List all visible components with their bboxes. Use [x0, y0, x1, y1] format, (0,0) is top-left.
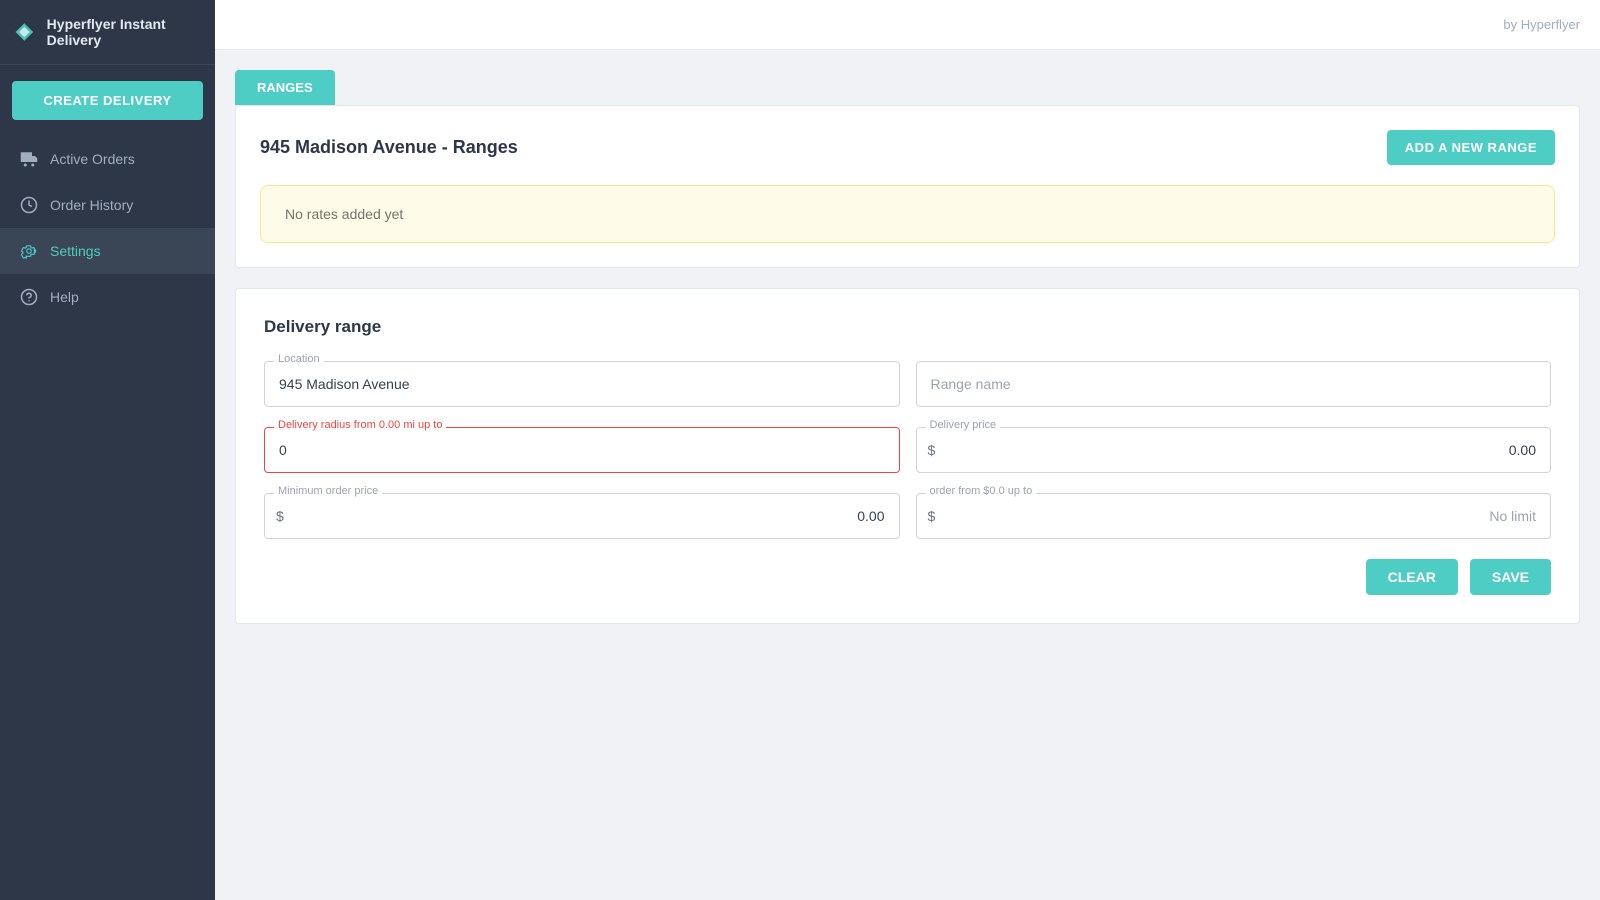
sidebar-item-settings[interactable]: Settings: [0, 228, 215, 274]
range-name-input[interactable]: [916, 361, 1552, 407]
min-order-field: Minimum order price $: [264, 493, 900, 539]
clock-icon: [20, 196, 38, 214]
radius-field: Delivery radius from 0.00 mi up to: [264, 427, 900, 473]
radius-input[interactable]: [264, 427, 900, 473]
radius-label: Delivery radius from 0.00 mi up to: [274, 419, 446, 431]
app-title: Hyperflyer Instant Delivery: [47, 16, 203, 48]
create-delivery-button[interactable]: CREATE DELIVERY: [12, 81, 203, 120]
delivery-price-prefix: $: [928, 442, 936, 458]
brand-label: by Hyperflyer: [1503, 17, 1580, 32]
sidebar: Hyperflyer Instant Delivery CREATE DELIV…: [0, 0, 215, 900]
no-rates-notice: No rates added yet: [260, 185, 1555, 243]
sidebar-nav: Active Orders Order History Settings Hel…: [0, 136, 215, 320]
min-order-label: Minimum order price: [274, 485, 382, 497]
sidebar-item-help[interactable]: Help: [0, 274, 215, 320]
truck-icon: [20, 150, 38, 168]
form-row-min-order: Minimum order price $ order from $0.0 up…: [264, 493, 1551, 539]
delivery-price-field: Delivery price $: [916, 427, 1552, 473]
range-name-field: [916, 361, 1552, 407]
sidebar-item-active-orders[interactable]: Active Orders: [0, 136, 215, 182]
tab-strip: RANGES: [235, 70, 1580, 105]
min-order-prefix: $: [276, 508, 284, 524]
delivery-range-card: Delivery range Location Delivery radius …: [235, 288, 1580, 624]
order-up-to-label: order from $0.0 up to: [926, 485, 1037, 497]
clear-button[interactable]: CLEAR: [1366, 559, 1458, 595]
logo-icon: [12, 18, 37, 46]
no-rates-text: No rates added yet: [285, 206, 403, 222]
save-button[interactable]: SAVE: [1470, 559, 1551, 595]
form-row-location: Location: [264, 361, 1551, 407]
ranges-tab[interactable]: RANGES: [235, 70, 335, 105]
ranges-card: 945 Madison Avenue - Ranges ADD A NEW RA…: [235, 105, 1580, 268]
sidebar-item-settings-label: Settings: [50, 243, 101, 259]
sidebar-header: Hyperflyer Instant Delivery: [0, 0, 215, 65]
ranges-card-header: 945 Madison Avenue - Ranges ADD A NEW RA…: [260, 130, 1555, 165]
order-up-to-prefix: $: [928, 508, 936, 524]
sidebar-item-active-orders-label: Active Orders: [50, 151, 135, 167]
form-row-radius: Delivery radius from 0.00 mi up to Deliv…: [264, 427, 1551, 473]
location-input[interactable]: [264, 361, 900, 407]
min-order-input[interactable]: [264, 493, 900, 539]
question-icon: [20, 288, 38, 306]
location-label: Location: [274, 353, 324, 365]
order-up-to-input[interactable]: [916, 493, 1552, 539]
gear-icon: [20, 242, 38, 260]
delivery-range-title: Delivery range: [264, 317, 1551, 337]
order-up-to-field: order from $0.0 up to $: [916, 493, 1552, 539]
main-content: RANGES 945 Madison Avenue - Ranges ADD A…: [215, 50, 1600, 900]
sidebar-item-help-label: Help: [50, 289, 79, 305]
delivery-price-label: Delivery price: [926, 419, 1001, 431]
topbar: by Hyperflyer: [215, 0, 1600, 50]
sidebar-item-order-history-label: Order History: [50, 197, 133, 213]
add-new-range-button[interactable]: ADD A NEW RANGE: [1387, 130, 1555, 165]
sidebar-item-order-history[interactable]: Order History: [0, 182, 215, 228]
form-actions: CLEAR SAVE: [264, 559, 1551, 595]
ranges-title: 945 Madison Avenue - Ranges: [260, 137, 518, 158]
location-field: Location: [264, 361, 900, 407]
delivery-price-input[interactable]: [916, 427, 1552, 473]
